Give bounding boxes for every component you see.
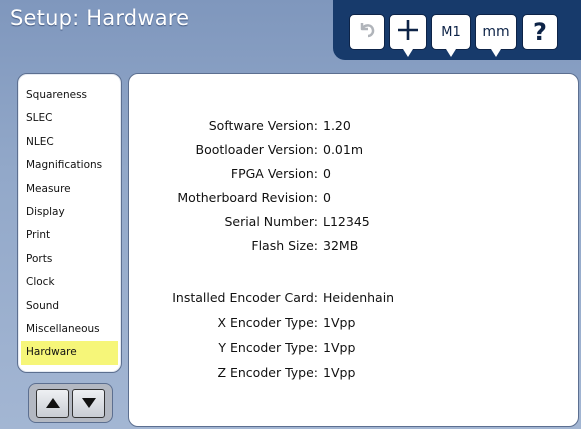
encoder-card-value: Heidenhain (323, 290, 395, 305)
x-encoder-type-label: X Encoder Type: (217, 315, 318, 330)
sidebar-item-display[interactable]: Display (21, 201, 118, 224)
software-version-value: 1.20 (323, 118, 351, 133)
sidebar-item-squareness[interactable]: Squareness (21, 84, 118, 107)
motherboard-revision-value: 0 (323, 190, 331, 205)
serial-number-value: L12345 (323, 214, 370, 229)
z-encoder-type-label: Z Encoder Type: (217, 365, 318, 380)
scroll-arrows (28, 383, 113, 423)
button-tail (491, 49, 501, 57)
sidebar-item-measure[interactable]: Measure (21, 178, 118, 201)
crosshair-plus-icon (396, 18, 420, 46)
bootloader-version-label: Bootloader Version: (195, 142, 318, 157)
flash-size-label: Flash Size: (251, 238, 318, 253)
y-encoder-type-value: 1Vpp (323, 340, 356, 355)
fpga-version-label: FPGA Version: (230, 166, 318, 181)
undo-icon (356, 18, 378, 46)
sidebar-item-ports[interactable]: Ports (21, 248, 118, 271)
setup-screen: Setup: Hardware M1 mm ? Squareness SLEC … (0, 0, 581, 429)
toolbar: M1 mm ? (333, 0, 581, 60)
software-version-label: Software Version: (208, 118, 318, 133)
sidebar-item-hardware[interactable]: Hardware (21, 341, 118, 365)
scroll-down-button[interactable] (72, 389, 105, 418)
setup-menu: Squareness SLEC NLEC Magnifications Meas… (17, 73, 122, 373)
button-tail (403, 49, 413, 57)
y-encoder-type-label: Y Encoder Type: (218, 340, 318, 355)
undo-button[interactable] (349, 14, 385, 50)
arrow-up-icon (45, 394, 61, 413)
m1-button[interactable]: M1 (431, 14, 471, 57)
units-label: mm (482, 24, 510, 40)
x-encoder-type-value: 1Vpp (323, 315, 356, 330)
serial-number-label: Serial Number: (224, 214, 318, 229)
crosshair-button[interactable] (389, 14, 427, 57)
sidebar-item-magnifications[interactable]: Magnifications (21, 154, 118, 177)
motherboard-revision-label: Motherboard Revision: (177, 190, 318, 205)
scroll-up-button[interactable] (36, 389, 69, 418)
page-title: Setup: Hardware (10, 6, 190, 30)
button-tail (446, 49, 456, 57)
sidebar-item-sound[interactable]: Sound (21, 295, 118, 318)
sidebar-item-print[interactable]: Print (21, 224, 118, 247)
sidebar-item-slec[interactable]: SLEC (21, 107, 118, 130)
units-button[interactable]: mm (475, 14, 517, 57)
bootloader-version-value: 0.01m (323, 142, 364, 157)
encoder-card-label: Installed Encoder Card: (172, 290, 318, 305)
help-label: ? (533, 18, 547, 46)
sidebar-item-miscellaneous[interactable]: Miscellaneous (21, 318, 118, 341)
help-button[interactable]: ? (522, 14, 558, 50)
fpga-version-value: 0 (323, 166, 331, 181)
z-encoder-type-value: 1Vpp (323, 365, 356, 380)
sidebar-item-clock[interactable]: Clock (21, 271, 118, 294)
sidebar-item-nlec[interactable]: NLEC (21, 131, 118, 154)
flash-size-value: 32MB (323, 238, 359, 253)
arrow-down-icon (81, 394, 97, 413)
m1-label: M1 (441, 24, 461, 40)
hardware-info-panel: Software Version: 1.20 Bootloader Versio… (128, 73, 579, 427)
